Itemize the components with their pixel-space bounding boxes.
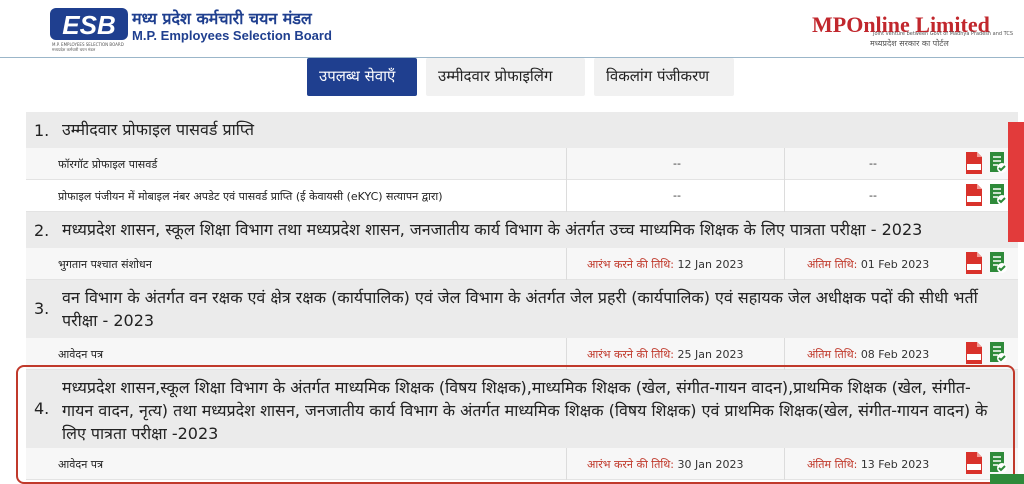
section-header: 1. उम्मीदवार प्रोफाइल पासवर्ड प्राप्ति xyxy=(26,112,1018,148)
esb-logo-text: ESB xyxy=(62,10,115,40)
site-header: ESB M.P. EMPLOYEES SELECTION BOARD मध्यप… xyxy=(0,0,1024,58)
service-row: प्रोफाइल पंजीयन में मोबाइल नंबर अपडेट एव… xyxy=(26,180,1018,212)
side-floating-tab[interactable] xyxy=(1008,122,1024,242)
end-date-cell: अंतिम तिथि: 01 Feb 2023 xyxy=(784,248,959,280)
section-number: 1. xyxy=(34,121,50,140)
start-date-cell: -- xyxy=(566,180,784,212)
service-link[interactable]: आवेदन पत्र xyxy=(58,347,103,362)
end-date-cell: -- xyxy=(784,148,959,180)
end-date: अंतिम तिथि: 01 Feb 2023 xyxy=(807,257,929,272)
tab-available-services[interactable]: उपलब्ध सेवाएँ xyxy=(307,58,417,96)
section-header: 3. वन विभाग के अंतर्गत वन रक्षक एवं क्षे… xyxy=(26,280,1018,338)
start-date-label: आरंभ करने की तिथि: xyxy=(587,348,675,361)
service-link[interactable]: प्रोफाइल पंजीयन में मोबाइल नंबर अपडेट एव… xyxy=(58,189,443,204)
start-date: आरंभ करने की तिथि: 25 Jan 2023 xyxy=(587,347,743,362)
esb-logo[interactable]: ESB xyxy=(50,6,128,42)
apply-checklist-icon[interactable] xyxy=(989,252,1007,274)
section-title: वन विभाग के अंतर्गत वन रक्षक एवं क्षेत्र… xyxy=(62,288,978,330)
start-date-value: -- xyxy=(673,157,681,170)
apply-checklist-icon[interactable] xyxy=(989,342,1007,364)
start-date-cell: -- xyxy=(566,148,784,180)
org-name-english: M.P. Employees Selection Board xyxy=(132,28,332,43)
end-date-cell: -- xyxy=(784,180,959,212)
service-link[interactable]: फॉरगॉट प्रोफाइल पासवर्ड xyxy=(58,157,157,172)
start-date-value: -- xyxy=(673,189,681,202)
pdf-icon[interactable] xyxy=(965,152,983,174)
apply-badge[interactable] xyxy=(990,474,1024,484)
end-date-value: 01 Feb 2023 xyxy=(860,258,930,271)
mponline-tagline-english: Joint venture between Govt of Madhya Pra… xyxy=(873,31,1014,37)
esb-logo-caption: M.P. EMPLOYEES SELECTION BOARD मध्यप्रदे… xyxy=(52,42,124,52)
service-row: भुगतान पश्चात संशोधन आरंभ करने की तिथि: … xyxy=(26,248,1018,280)
section-title: मध्यप्रदेश शासन, स्कूल शिक्षा विभाग तथा … xyxy=(62,220,923,239)
end-date-value: -- xyxy=(869,157,877,170)
apply-checklist-icon[interactable] xyxy=(989,152,1007,174)
section-title: उम्मीदवार प्रोफाइल पासवर्ड प्राप्ति xyxy=(62,120,254,139)
mponline-tagline-hindi: मध्यप्रदेश सरकार का पोर्टल xyxy=(870,39,949,48)
start-date-value: 25 Jan 2023 xyxy=(677,348,744,361)
end-date: अंतिम तिथि: 08 Feb 2023 xyxy=(807,347,929,362)
service-link[interactable]: भुगतान पश्चात संशोधन xyxy=(58,257,152,272)
pdf-icon[interactable] xyxy=(965,184,983,206)
section-header: 2. मध्यप्रदेश शासन, स्कूल शिक्षा विभाग त… xyxy=(26,212,1018,248)
org-name-hindi: मध्य प्रदेश कर्मचारी चयन मंडल xyxy=(132,9,312,28)
section-number: 3. xyxy=(34,299,50,318)
start-date: आरंभ करने की तिथि: 12 Jan 2023 xyxy=(587,257,743,272)
end-date-label: अंतिम तिथि: xyxy=(807,258,858,271)
start-date-label: आरंभ करने की तिथि: xyxy=(587,258,675,271)
start-date-value: 12 Jan 2023 xyxy=(677,258,744,271)
tab-disability-registration[interactable]: विकलांग पंजीकरण xyxy=(594,58,734,96)
end-date-label: अंतिम तिथि: xyxy=(807,348,858,361)
pdf-icon[interactable] xyxy=(965,252,983,274)
service-row: फॉरगॉट प्रोफाइल पासवर्ड -- -- xyxy=(26,148,1018,180)
pdf-icon[interactable] xyxy=(965,342,983,364)
highlight-box xyxy=(16,365,1015,484)
end-date-value: -- xyxy=(869,189,877,202)
apply-checklist-icon[interactable] xyxy=(989,184,1007,206)
start-date-cell: आरंभ करने की तिथि: 12 Jan 2023 xyxy=(566,248,784,280)
end-date-value: 08 Feb 2023 xyxy=(860,348,930,361)
section-number: 2. xyxy=(34,221,50,240)
tab-candidate-profiling[interactable]: उम्मीदवार प्रोफाइलिंग xyxy=(426,58,585,96)
